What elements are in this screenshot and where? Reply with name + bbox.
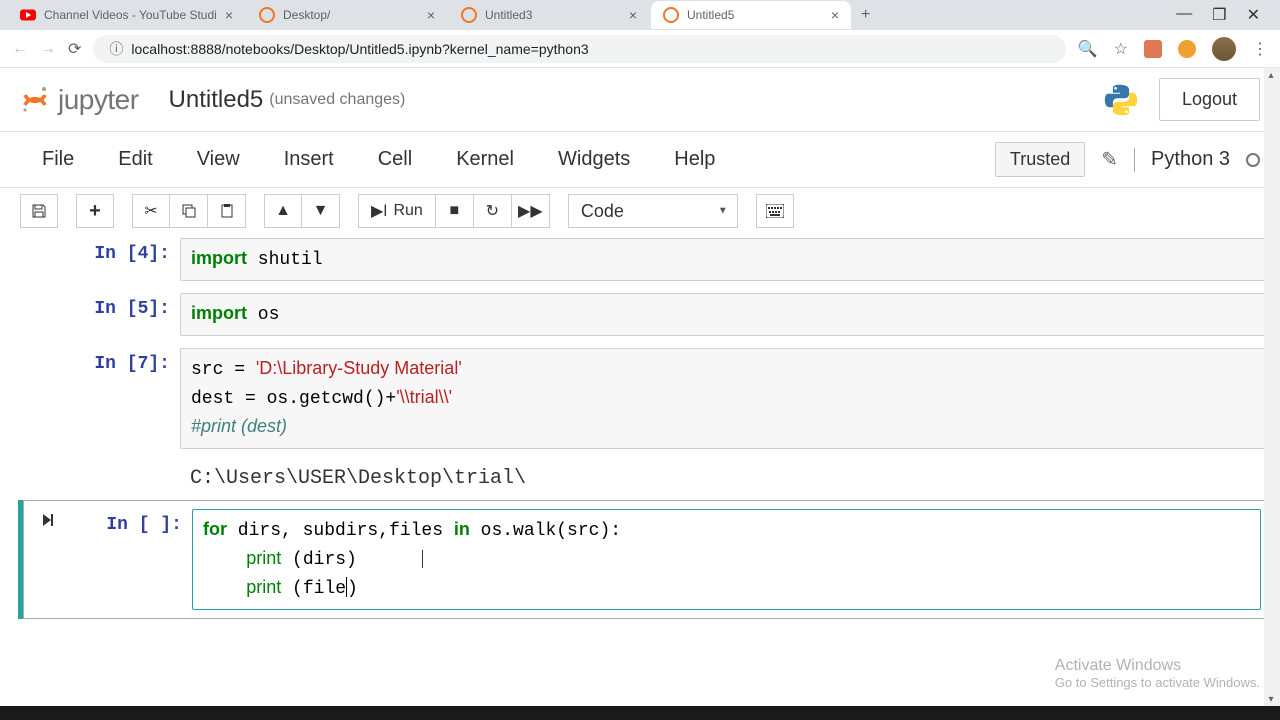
edit-icon[interactable]: ✎ <box>1101 147 1118 172</box>
kernel-idle-icon <box>1246 153 1260 167</box>
address-bar: ← → ⟳ ⓘ localhost:8888/notebooks/Desktop… <box>0 30 1280 68</box>
cell-prompt: In [5]: <box>10 293 180 336</box>
youtube-icon <box>20 7 36 23</box>
jupyter-favicon <box>259 7 275 23</box>
maximize-icon[interactable]: ❐ <box>1212 5 1226 25</box>
run-icon: ▶ǀ <box>371 201 387 221</box>
paste-button[interactable] <box>208 194 246 228</box>
cell-prompt: In [4]: <box>10 238 180 281</box>
stop-button[interactable]: ■ <box>436 194 474 228</box>
site-info-icon[interactable]: ⓘ <box>109 39 123 59</box>
close-icon[interactable]: × <box>427 7 435 23</box>
jupyter-logo[interactable]: jupyter <box>20 84 139 116</box>
notebook-area: In [4]: import shutil In [5]: import os … <box>0 238 1280 619</box>
url-text: localhost:8888/notebooks/Desktop/Untitle… <box>131 41 588 57</box>
copy-button[interactable] <box>170 194 208 228</box>
tab-label: Untitled3 <box>485 8 532 22</box>
menu-view[interactable]: View <box>175 140 262 179</box>
jupyter-logo-text: jupyter <box>58 84 139 116</box>
python-logo-icon <box>1103 82 1139 118</box>
watermark-sub: Go to Settings to activate Windows. <box>1055 675 1260 690</box>
restart-run-all-button[interactable]: ▶▶ <box>512 194 550 228</box>
bookmark-icon[interactable]: ☆ <box>1114 39 1128 59</box>
divider <box>1134 148 1135 172</box>
menu-cell[interactable]: Cell <box>356 140 434 179</box>
code-cell[interactable]: In [7]: src = 'D:\Library-Study Material… <box>10 348 1270 449</box>
run-button[interactable]: ▶ǀ Run <box>358 194 436 228</box>
move-up-button[interactable]: ▲ <box>264 194 302 228</box>
close-icon[interactable]: × <box>831 7 839 23</box>
scrollbar[interactable]: ▴ ▾ <box>1264 68 1280 706</box>
run-label: Run <box>393 202 422 220</box>
menu-kernel[interactable]: Kernel <box>434 140 536 179</box>
save-button[interactable] <box>20 194 58 228</box>
code-cell-selected[interactable]: In [ ]: for dirs, subdirs,files in os.wa… <box>18 500 1270 619</box>
add-cell-button[interactable]: + <box>76 194 114 228</box>
forward-button[interactable]: → <box>40 40 56 58</box>
command-palette-button[interactable] <box>756 194 794 228</box>
window-controls: — ❐ ✕ <box>1176 5 1280 25</box>
menu-bar: File Edit View Insert Cell Kernel Widget… <box>0 132 1280 188</box>
kernel-name[interactable]: Python 3 <box>1151 148 1230 171</box>
cell-input[interactable]: for dirs, subdirs,files in os.walk(src):… <box>192 509 1261 610</box>
jupyter-header: jupyter Untitled5 (unsaved changes) Logo… <box>0 68 1280 132</box>
close-window-icon[interactable]: ✕ <box>1247 5 1260 25</box>
code-cell[interactable]: In [5]: import os <box>10 293 1270 336</box>
cell-prompt: In [ ]: <box>62 509 192 610</box>
zoom-icon[interactable]: 🔍 <box>1078 39 1098 59</box>
notebook-title[interactable]: Untitled5 <box>169 86 264 114</box>
watermark-title: Activate Windows <box>1055 657 1260 675</box>
tab-label: Desktop/ <box>283 8 330 22</box>
run-indicator-icon[interactable] <box>32 509 62 610</box>
tab-untitled5[interactable]: Untitled5 × <box>651 1 851 29</box>
cell-input[interactable]: import os <box>180 293 1270 336</box>
extension-icon[interactable] <box>1144 40 1162 58</box>
menu-edit[interactable]: Edit <box>96 140 174 179</box>
close-icon[interactable]: × <box>629 7 637 23</box>
new-tab-button[interactable]: + <box>853 6 878 24</box>
extension-icon[interactable] <box>1178 40 1196 58</box>
menu-widgets[interactable]: Widgets <box>536 140 652 179</box>
close-icon[interactable]: × <box>225 7 233 23</box>
scroll-down-icon[interactable]: ▾ <box>1264 692 1278 706</box>
trusted-badge[interactable]: Trusted <box>995 142 1085 177</box>
tab-label: Channel Videos - YouTube Studi <box>44 8 217 22</box>
menu-file[interactable]: File <box>20 140 96 179</box>
watermark: Activate Windows Go to Settings to activ… <box>1055 657 1260 690</box>
back-button[interactable]: ← <box>12 40 28 58</box>
unsaved-indicator: (unsaved changes) <box>269 91 405 109</box>
cell-type-select[interactable]: Code <box>568 194 738 228</box>
logout-button[interactable]: Logout <box>1159 78 1260 121</box>
tab-label: Untitled5 <box>687 8 734 22</box>
cut-button[interactable]: ✂ <box>132 194 170 228</box>
bottom-bar <box>0 706 1280 720</box>
profile-avatar[interactable] <box>1212 37 1236 61</box>
menu-help[interactable]: Help <box>652 140 737 179</box>
chrome-menu-icon[interactable]: ⋮ <box>1252 39 1268 59</box>
extension-icons: 🔍 ☆ ⋮ <box>1078 37 1268 61</box>
browser-tab-bar: Channel Videos - YouTube Studi × Desktop… <box>0 0 1280 30</box>
tab-desktop[interactable]: Desktop/ × <box>247 1 447 29</box>
minimize-icon[interactable]: — <box>1176 5 1192 25</box>
jupyter-favicon <box>663 7 679 23</box>
code-cell[interactable]: In [4]: import shutil <box>10 238 1270 281</box>
url-input[interactable]: ⓘ localhost:8888/notebooks/Desktop/Untit… <box>93 35 1065 63</box>
cell-prompt: In [7]: <box>10 348 180 449</box>
cell-output: C:\Users\USER\Desktop\trial\ <box>180 461 1280 496</box>
restart-button[interactable]: ↻ <box>474 194 512 228</box>
tab-youtube[interactable]: Channel Videos - YouTube Studi × <box>8 1 245 29</box>
cell-input[interactable]: import shutil <box>180 238 1270 281</box>
move-down-button[interactable]: ▼ <box>302 194 340 228</box>
cell-input[interactable]: src = 'D:\Library-Study Material' dest =… <box>180 348 1270 449</box>
toolbar: + ✂ ▲ ▼ ▶ǀ Run ■ ↻ ▶▶ Code <box>0 188 1280 234</box>
menu-insert[interactable]: Insert <box>262 140 356 179</box>
reload-button[interactable]: ⟳ <box>68 39 81 59</box>
tab-untitled3[interactable]: Untitled3 × <box>449 1 649 29</box>
jupyter-favicon <box>461 7 477 23</box>
jupyter-logo-icon <box>20 85 50 115</box>
scroll-up-icon[interactable]: ▴ <box>1264 68 1278 82</box>
